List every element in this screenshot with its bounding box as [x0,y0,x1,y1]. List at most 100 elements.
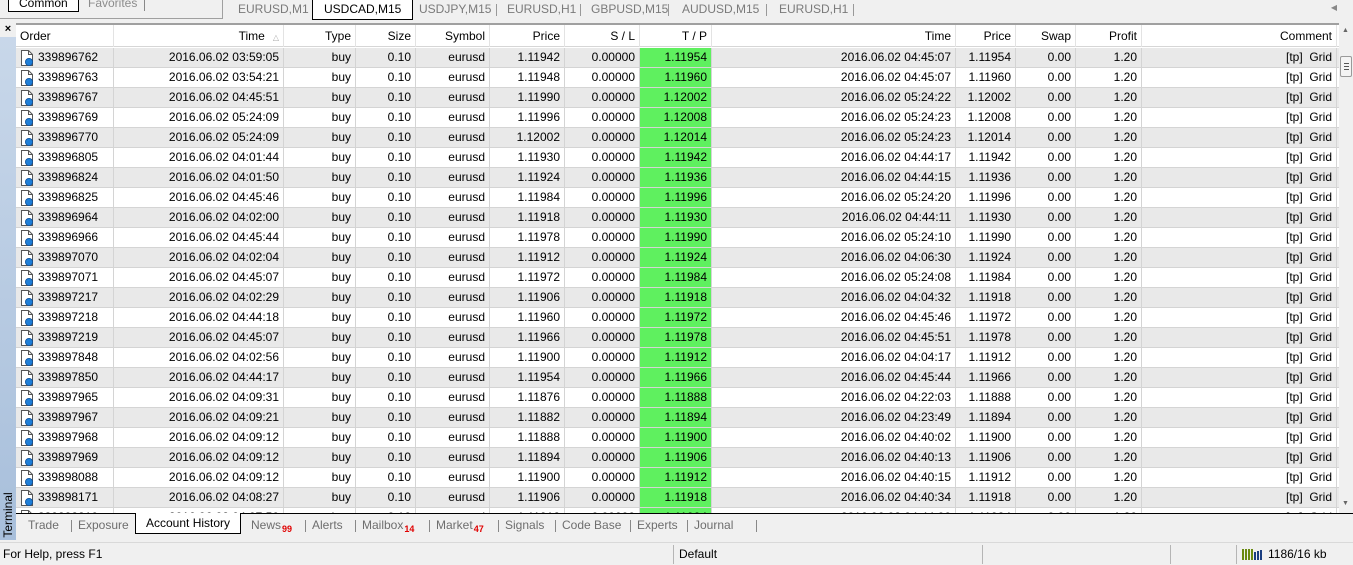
terminal-tab-news[interactable]: News99 [251,517,292,535]
cell-profit: 1.20 [1076,268,1142,287]
terminal-tab-mailbox[interactable]: Mailbox14 [362,517,414,535]
table-row[interactable]: 339897850 2016.06.02 04:44:17 buy 0.10 eurus… [16,368,1339,388]
cell-close-price: 1.11918 [956,488,1016,507]
terminal-tab-journal[interactable]: Journal [694,517,733,535]
terminal-tab-account-history[interactable]: Account History [135,513,242,534]
column-header-close-price[interactable]: Price [956,25,1016,47]
comment-text: [tp] Grid [1285,490,1332,504]
table-row[interactable]: 339897218 2016.06.02 04:44:18 buy 0.10 eurus… [16,308,1339,328]
cell-open-price: 1.11882 [490,408,565,427]
table-row[interactable]: 339898088 2016.06.02 04:09:12 buy 0.10 eurus… [16,468,1339,488]
cell-take-profit: 1.11888 [640,388,712,407]
cell-size: 0.10 [356,328,416,347]
tab-label: Trade [28,518,59,532]
closed-order-icon [21,450,33,466]
table-row[interactable]: 339897219 2016.06.02 04:45:07 buy 0.10 eurus… [16,328,1339,348]
closed-order-icon [21,110,33,126]
scroll-left-icon[interactable]: ◀ [1331,3,1337,12]
chart-tab[interactable]: USDCAD,M15 [312,0,414,20]
cell-size: 0.10 [356,468,416,487]
table-row[interactable]: 339896825 2016.06.02 04:45:46 buy 0.10 eurus… [16,188,1339,208]
table-row[interactable]: 339897968 2016.06.02 04:09:12 buy 0.10 eurus… [16,428,1339,448]
chart-tab[interactable]: EURUSD,H1 [501,2,582,19]
table-row[interactable]: 339897965 2016.06.02 04:09:31 buy 0.10 eurus… [16,388,1339,408]
status-profile[interactable]: Default [679,547,717,561]
table-row[interactable]: 339896769 2016.06.02 05:24:09 buy 0.10 eurus… [16,108,1339,128]
scroll-thumb[interactable] [1340,56,1352,77]
terminal-tab-signals[interactable]: Signals [505,517,544,535]
cell-size: 0.10 [356,68,416,87]
cell-size: 0.10 [356,188,416,207]
column-header-symbol[interactable]: Symbol [416,25,490,47]
chart-tab[interactable]: EURUSD,M1 [232,2,315,19]
order-number: 339896824 [38,170,99,184]
table-row[interactable]: 339896964 2016.06.02 04:02:00 buy 0.10 eurus… [16,208,1339,228]
navigator-tab-favorites[interactable]: Favorites [80,0,145,12]
table-row[interactable]: 339896805 2016.06.02 04:01:44 buy 0.10 eurus… [16,148,1339,168]
cell-order: 339897070 [16,248,114,267]
table-row[interactable]: 339896966 2016.06.02 04:45:44 buy 0.10 eurus… [16,228,1339,248]
column-header-order[interactable]: Order [16,25,114,47]
scroll-down-icon[interactable]: ▼ [1342,500,1349,507]
table-row[interactable]: 339896770 2016.06.02 05:24:09 buy 0.10 eurus… [16,128,1339,148]
cell-take-profit: 1.11924 [640,248,712,267]
column-header-profit[interactable]: Profit [1076,25,1142,47]
navigator-tab-common[interactable]: Common [8,0,79,12]
cell-stop-loss: 0.00000 [565,88,640,107]
cell-profit: 1.20 [1076,428,1142,447]
table-row[interactable]: 339897070 2016.06.02 04:02:04 buy 0.10 eurus… [16,248,1339,268]
cell-size: 0.10 [356,368,416,387]
table-row[interactable]: 339897967 2016.06.02 04:09:21 buy 0.10 eurus… [16,408,1339,428]
cell-close-price: 1.11888 [956,388,1016,407]
vertical-scrollbar[interactable]: ▲ ▼ [1339,23,1353,513]
column-header-swap[interactable]: Swap [1016,25,1076,47]
cell-open-time: 2016.06.02 04:09:12 [114,468,284,487]
column-header-stop-loss[interactable]: S / L [565,25,640,47]
chart-tab[interactable]: AUDUSD,M15 [676,2,765,19]
table-row[interactable]: 339897071 2016.06.02 04:45:07 buy 0.10 eurus… [16,268,1339,288]
terminal-tab-trade[interactable]: Trade [28,517,59,535]
close-icon[interactable]: × [0,23,16,37]
order-number: 339896763 [38,70,99,84]
cell-stop-loss: 0.00000 [565,148,640,167]
terminal-tab-code-base[interactable]: Code Base [562,517,621,535]
terminal-tab-market[interactable]: Market47 [436,517,484,535]
tab-divider [668,4,669,16]
column-header-open-price[interactable]: Price [490,25,565,47]
scroll-up-icon[interactable]: ▲ [1342,27,1349,34]
column-header-comment[interactable]: Comment [1142,25,1337,47]
terminal-tab-experts[interactable]: Experts [637,517,678,535]
column-header-size[interactable]: Size [356,25,416,47]
table-row[interactable]: 339896767 2016.06.02 04:45:51 buy 0.10 eurus… [16,88,1339,108]
cell-comment: [tp] Grid [1142,168,1337,187]
column-header-take-profit[interactable]: T / P [640,25,712,47]
closed-order-icon [21,170,33,186]
cell-open-time: 2016.06.02 04:01:50 [114,168,284,187]
table-row[interactable]: 339897217 2016.06.02 04:02:29 buy 0.10 eurus… [16,288,1339,308]
cell-open-time: 2016.06.02 04:08:27 [114,488,284,507]
table-row[interactable]: 339896824 2016.06.02 04:01:50 buy 0.10 eurus… [16,168,1339,188]
chart-tab[interactable]: GBPUSD,M15 [585,2,674,19]
cell-type: buy [284,288,356,307]
cell-symbol: eurusd [416,308,490,327]
column-header-type[interactable]: Type [284,25,356,47]
cell-swap: 0.00 [1016,88,1076,107]
table-row[interactable]: 339897848 2016.06.02 04:02:56 buy 0.10 eurus… [16,348,1339,368]
column-header-close-time[interactable]: Time [712,25,956,47]
terminal-tab-exposure[interactable]: Exposure [78,517,129,535]
chart-tab[interactable]: USDJPY,M15 [413,2,497,19]
status-traffic: 1186/16 kb [1268,547,1327,561]
table-row[interactable]: 339896762 2016.06.02 03:59:05 buy 0.10 eurus… [16,48,1339,68]
column-header-open-time[interactable]: Time △ [114,25,284,47]
cell-close-price: 1.11906 [956,448,1016,467]
cell-profit: 1.20 [1076,468,1142,487]
table-row[interactable]: 339897969 2016.06.02 04:09:12 buy 0.10 eurus… [16,448,1339,468]
terminal-tab-alerts[interactable]: Alerts [312,517,343,535]
chart-tab[interactable]: EURUSD,H1 [773,2,854,19]
table-row[interactable]: 339898171 2016.06.02 04:08:27 buy 0.10 eurus… [16,488,1339,508]
cell-comment: [tp] Grid [1142,488,1337,507]
cell-symbol: eurusd [416,468,490,487]
cell-close-time: 2016.06.02 04:40:13 [712,448,956,467]
table-row[interactable]: 339896763 2016.06.02 03:54:21 buy 0.10 eurus… [16,68,1339,88]
comment-text: [tp] Grid [1285,470,1332,484]
